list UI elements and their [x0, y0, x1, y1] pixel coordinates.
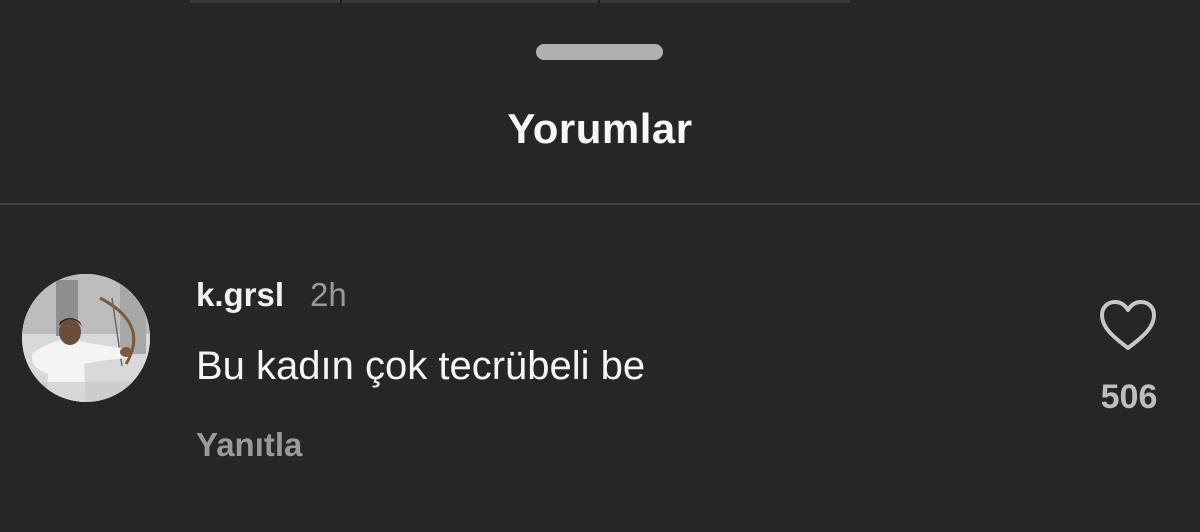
- comment-text: Bu kadın çok tecrübeli be: [196, 344, 646, 388]
- comment-header: k.grsl 2h: [196, 276, 347, 320]
- reply-button[interactable]: Yanıtla: [196, 426, 302, 464]
- comment-username[interactable]: k.grsl: [196, 276, 284, 314]
- top-video-edge: [190, 0, 850, 3]
- comment-item: k.grsl 2h Bu kadın çok tecrübeli be Yanı…: [0, 270, 1200, 470]
- top-edge-separator: [598, 0, 600, 3]
- sheet-drag-handle[interactable]: [536, 44, 663, 60]
- comments-sheet-title: Yorumlar: [507, 105, 693, 152]
- like-control: 506: [1088, 298, 1170, 418]
- avatar-photo-icon: [22, 274, 150, 402]
- avatar[interactable]: [22, 274, 150, 402]
- comment-timestamp: 2h: [310, 276, 347, 313]
- header-divider: [0, 203, 1200, 205]
- like-count: 506: [1100, 378, 1158, 416]
- top-edge-separator: [340, 0, 342, 3]
- heart-outline-icon[interactable]: [1098, 298, 1158, 352]
